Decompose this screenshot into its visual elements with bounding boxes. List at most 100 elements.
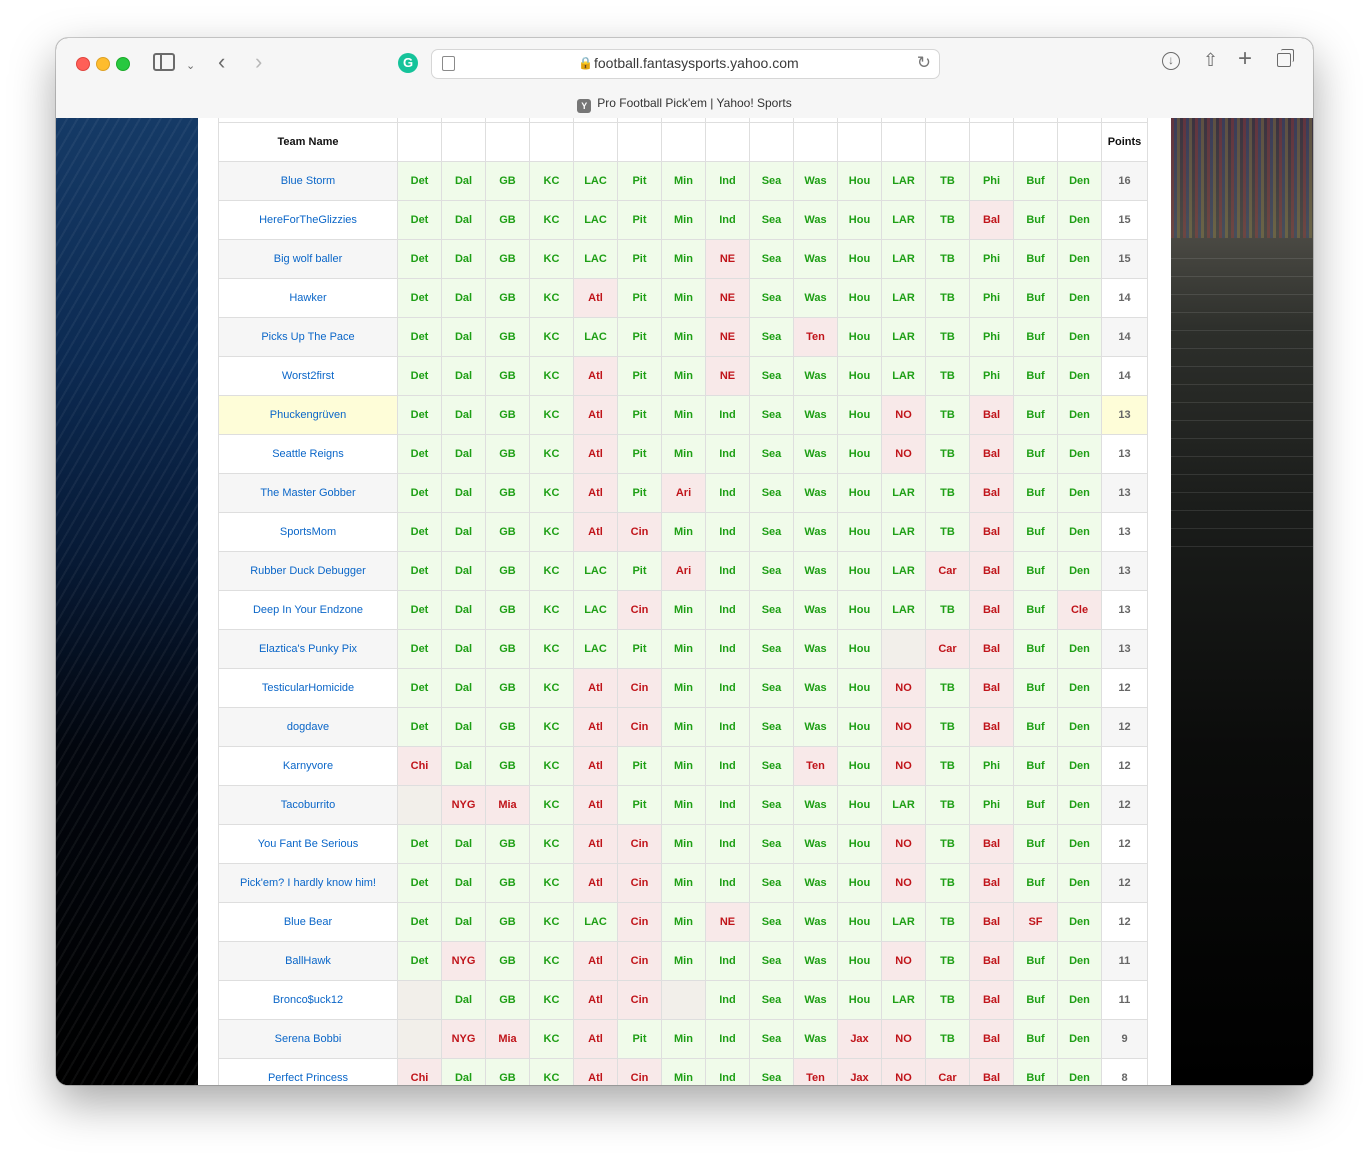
tab-overview-icon[interactable] (1277, 49, 1294, 67)
pick-cell: LAR (881, 512, 926, 552)
pick-cell: Car (925, 551, 970, 591)
team-name-link[interactable]: BallHawk (218, 941, 398, 981)
pick-cell: Ind (705, 707, 750, 747)
team-row: SportsMom Det Dal GB KC Atl Cin Min Ind Sea Was Hou… (218, 512, 1148, 552)
team-name-link[interactable]: Hawker (218, 278, 398, 318)
chevron-down-icon[interactable]: ⌄ (186, 56, 195, 76)
team-row: Blue Bear Det Dal GB KC LAC Cin Min NE Sea Was Hou L… (218, 902, 1148, 942)
grammarly-extension-icon[interactable]: G (398, 53, 418, 73)
pick-cell: Pit (617, 200, 662, 240)
pick-cell: Pit (617, 1019, 662, 1059)
pick-cell: Det (397, 824, 442, 864)
pick-cell: Sea (749, 161, 794, 201)
team-name-link[interactable]: Tacoburrito (218, 785, 398, 825)
pick-cell: Was (793, 356, 838, 396)
page-viewport[interactable]: Team Name Points Blue Storm Det Dal GB KC LAC P… (56, 118, 1313, 1085)
reload-icon[interactable]: ↻ (917, 53, 931, 73)
team-name-link[interactable]: The Master Gobber (218, 473, 398, 513)
team-name-link[interactable]: Perfect Princess (218, 1058, 398, 1085)
sidebar-toggle-icon[interactable] (153, 53, 175, 71)
zoom-window-button[interactable] (116, 57, 130, 71)
team-name-link[interactable]: SportsMom (218, 512, 398, 552)
game-column-header (441, 122, 486, 162)
team-name-link[interactable]: Big wolf baller (218, 239, 398, 279)
share-icon[interactable]: ⇧ (1203, 50, 1218, 70)
team-name-link[interactable]: Elaztica's Punky Pix (218, 629, 398, 669)
pick-cell: Min (661, 785, 706, 825)
team-name-link[interactable]: Deep In Your Endzone (218, 590, 398, 630)
download-icon[interactable]: ↓ (1162, 52, 1180, 70)
page-menu-icon[interactable] (442, 56, 455, 71)
pick-cell: Buf (1013, 1019, 1058, 1059)
pick-cell: Min (661, 317, 706, 357)
pick-cell: TB (925, 980, 970, 1020)
pick-cell: Buf (1013, 551, 1058, 591)
pick-cell: Ind (705, 785, 750, 825)
pick-cell: Hou (837, 668, 882, 708)
url-text[interactable]: football.fantasysports.yahoo.com (594, 55, 799, 71)
pick-cell: LAC (573, 551, 618, 591)
browser-toolbar: ⌄ ‹ › G 🔒 football.fantasysports.yahoo.c… (56, 38, 1313, 119)
browser-window: ⌄ ‹ › G 🔒 football.fantasysports.yahoo.c… (56, 38, 1313, 1085)
pick-cell: TB (925, 941, 970, 981)
pick-cell: Buf (1013, 863, 1058, 903)
pick-cell: Buf (1013, 473, 1058, 513)
team-name-link[interactable]: Karnyvore (218, 746, 398, 786)
team-name-link[interactable]: TesticularHomicide (218, 668, 398, 708)
forward-arrow-icon[interactable]: › (255, 51, 262, 73)
pick-cell: Pit (617, 239, 662, 279)
pick-cell: Hou (837, 863, 882, 903)
pick-cell: Dal (441, 239, 486, 279)
team-row: TesticularHomicide Det Dal GB KC Atl Cin Min Ind… (218, 668, 1148, 708)
pick-cell: NYG (441, 785, 486, 825)
team-name-link[interactable]: Serena Bobbi (218, 1019, 398, 1059)
team-name-link[interactable]: Seattle Reigns (218, 434, 398, 474)
close-window-button[interactable] (76, 57, 90, 71)
team-name-link[interactable]: Blue Storm (218, 161, 398, 201)
pick-cell: Min (661, 668, 706, 708)
new-tab-icon[interactable]: + (1238, 47, 1252, 71)
pick-cell: Sea (749, 668, 794, 708)
tab-title-text: Pro Football Pick'em | Yahoo! Sports (597, 96, 792, 110)
pick-cell: Bal (969, 707, 1014, 747)
team-name-link[interactable]: HereForTheGlizzies (218, 200, 398, 240)
team-name-link[interactable]: Picks Up The Pace (218, 317, 398, 357)
pick-cell: Buf (1013, 824, 1058, 864)
minimize-window-button[interactable] (96, 57, 110, 71)
pick-cell: Ind (705, 161, 750, 201)
pick-cell: TB (925, 785, 970, 825)
pick-cell: Jax (837, 1058, 882, 1085)
pick-cell: Buf (1013, 668, 1058, 708)
pick-cell: Den (1057, 161, 1102, 201)
pick-cell: Bal (969, 902, 1014, 942)
team-name-link[interactable]: Worst2first (218, 356, 398, 396)
pick-cell: Buf (1013, 512, 1058, 552)
pick-cell: Buf (1013, 785, 1058, 825)
pick-cell: KC (529, 239, 574, 279)
back-arrow-icon[interactable]: ‹ (218, 51, 225, 73)
pick-cell: Mia (485, 785, 530, 825)
team-name-link[interactable]: Bronco$uck12 (218, 980, 398, 1020)
pick-cell: Sea (749, 746, 794, 786)
team-name-link[interactable]: dogdave (218, 707, 398, 747)
pick-cell: Dal (441, 278, 486, 318)
pick-cell: Bal (969, 668, 1014, 708)
pick-cell: Ind (705, 512, 750, 552)
team-name-link[interactable]: Phuckengrüven (218, 395, 398, 435)
pick-cell: Buf (1013, 941, 1058, 981)
tab-title[interactable]: Y Pro Football Pick'em | Yahoo! Sports (56, 96, 1313, 113)
pick-cell: Pit (617, 473, 662, 513)
team-name-link[interactable]: Pick'em? I hardly know him! (218, 863, 398, 903)
pick-cell: Sea (749, 863, 794, 903)
game-column-header (1057, 122, 1102, 162)
team-name-header: Team Name (218, 122, 398, 162)
pick-cell: Was (793, 1019, 838, 1059)
address-bar[interactable]: 🔒 football.fantasysports.yahoo.com ↻ (431, 49, 940, 79)
game-column-header (661, 122, 706, 162)
pick-cell: TB (925, 1019, 970, 1059)
team-name-link[interactable]: You Fant Be Serious (218, 824, 398, 864)
team-name-link[interactable]: Blue Bear (218, 902, 398, 942)
pick-cell: Dal (441, 902, 486, 942)
game-column-header (1013, 122, 1058, 162)
team-name-link[interactable]: Rubber Duck Debugger (218, 551, 398, 591)
